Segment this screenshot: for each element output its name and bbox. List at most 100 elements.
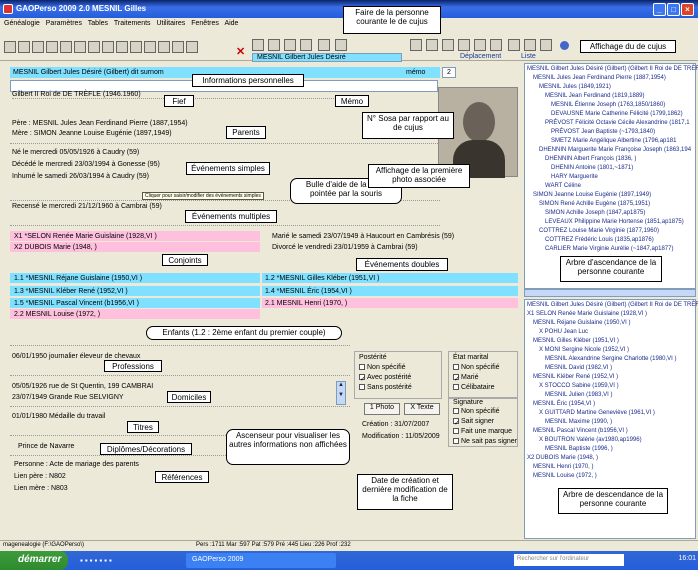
descendance-node[interactable]: MESNIL Gilles Kléber (1951,VI ) (533, 338, 619, 344)
scroll-up-icon[interactable]: ▲ (337, 382, 345, 388)
reference-personne[interactable]: Personne : Acte de mariage des parents (14, 461, 139, 468)
minimize-button[interactable]: _ (653, 3, 666, 16)
tool-icon-5[interactable] (60, 41, 72, 53)
tool-icon-s1[interactable] (252, 39, 264, 51)
tool-icon-9[interactable] (116, 41, 128, 53)
etat-none[interactable]: Non spécifié (453, 364, 500, 371)
descendance-node[interactable]: X POHU Jean Luc (539, 329, 588, 335)
ascendance-node[interactable]: PRÉVOST Félicité Octavie Cécile Alexandr… (545, 120, 690, 126)
divorce-event[interactable]: Divorcé le vendredi 23/01/1959 à Cambrai… (272, 244, 418, 251)
texte-button[interactable]: X Texte (404, 403, 440, 415)
child-1-3[interactable]: 1.3 *MESNIL Kléber René (1952,VI ) (14, 288, 128, 295)
ascendance-node[interactable]: SIMON René Achille Eugène (1875,1951) (539, 201, 650, 207)
descendance-node[interactable]: MESNIL David (1982,VI ) (545, 365, 612, 371)
signature-marque[interactable]: Fait une marque (453, 428, 512, 435)
descendance-node[interactable]: MESNIL Henri (1970, ) (533, 464, 593, 470)
tool-icon-2[interactable] (18, 41, 30, 53)
tool-icon-4[interactable] (46, 41, 58, 53)
search-input[interactable]: Rechercher sur l'ordinateur (514, 554, 624, 566)
ascendance-node[interactable]: MESNIL Jean Ferdinand (1819,1889) (545, 93, 645, 99)
tool-icon-11[interactable] (144, 41, 156, 53)
tool-icon-10[interactable] (130, 41, 142, 53)
spouse-2[interactable]: X2 DUBOIS Marie (1948, ) (14, 244, 97, 251)
descendance-node[interactable]: MESNIL Réjane Guislaine (1950,VI ) (533, 320, 631, 326)
ascendance-hscroll[interactable] (524, 289, 696, 297)
ascendance-node[interactable]: MESNIL Jules Jean Ferdinand Pierre (1887… (533, 75, 666, 81)
tool-icon-14[interactable] (186, 41, 198, 53)
tool-icon-s4[interactable] (300, 39, 312, 51)
reference-mere[interactable]: Lien mère : N803 (14, 485, 68, 492)
tool-icon-12[interactable] (158, 41, 170, 53)
close-button[interactable]: × (681, 3, 694, 16)
de-cujus-icon[interactable] (560, 41, 569, 50)
menu-genealogie[interactable]: Généalogie (4, 20, 40, 27)
descendance-node[interactable]: MESNIL Julien (1983,VI ) (545, 392, 612, 398)
event-death[interactable]: Décédé le mercredi 23/03/1994 à Gonesse … (12, 161, 160, 168)
scroll-down-icon[interactable]: ▼ (337, 392, 345, 398)
descendance-node[interactable]: MESNIL Maxime (1990, ) (545, 419, 612, 425)
mother-link[interactable]: Mère : SIMON Jeanne Louise Eugénie (1897… (12, 130, 172, 137)
nav-icon-8[interactable] (524, 39, 536, 51)
tool-icon-8[interactable] (102, 41, 114, 53)
decoration[interactable]: Prince de Navarre (18, 443, 74, 450)
ascendance-node[interactable]: PRÉVOST Jean Baptiste (~1793,1840) (551, 129, 655, 135)
nav-icon-6[interactable] (490, 39, 502, 51)
photo-button[interactable]: 1 Photo (364, 403, 400, 415)
ascendance-node[interactable]: COTTREZ Frédéric Louis (1835,ap1876) (545, 237, 654, 243)
posterite-sans[interactable]: Sans postérité (359, 384, 412, 391)
posterite-avec[interactable]: ✓Avec postérité (359, 374, 411, 383)
descendance-node[interactable]: X1 SELON Renée Marie Guislaine (1928,VI … (527, 311, 647, 317)
marriage-event[interactable]: Marié le samedi 23/07/1949 à Haucourt en… (272, 233, 454, 240)
domicile-scrollbar[interactable]: ▲ ▼ (336, 381, 346, 405)
spouse-1[interactable]: X1 *SELON Renée Marie Guislaine (1928,VI… (14, 233, 157, 240)
descendance-node[interactable]: MESNIL Baptiste (1996, ) (545, 446, 613, 452)
event-birth[interactable]: Né le mercredi 05/05/1926 à Caudry (59) (12, 149, 139, 156)
descendance-node[interactable]: X GUITTARD Martine Geneviève (1961,VI ) (539, 410, 655, 416)
etat-marie[interactable]: ✓Marié (453, 374, 479, 383)
nav-icon-7[interactable] (508, 39, 520, 51)
memo-label[interactable]: mémo (406, 69, 425, 76)
menu-fenetres[interactable]: Fenêtres (191, 20, 219, 27)
nav-back-icon[interactable] (410, 39, 422, 51)
ascendance-node[interactable]: SMETZ Marie Angélique Albertine (1796,ap… (551, 138, 676, 144)
ascendance-node[interactable]: DHENNIN Albert François (1836, ) (545, 156, 636, 162)
descendance-node[interactable]: X MONI Sergine Nicole (1952,VI ) (539, 347, 629, 353)
child-1-2[interactable]: 1.2 *MESNIL Gilles Kléber (1951,VI ) (265, 275, 380, 282)
ascendance-node[interactable]: MESNIL Jules (1849,1921) (539, 84, 611, 90)
descendance-node[interactable]: X STOCCO Sabine (1959,VI ) (539, 383, 619, 389)
profession[interactable]: 06/01/1950 journalier éleveur de chevaux (12, 353, 140, 360)
ascendance-node[interactable]: WART Céline (545, 183, 581, 189)
tool-icon-1[interactable] (4, 41, 16, 53)
event-burial[interactable]: Inhumé le samedi 26/03/1994 à Caudry (59… (12, 173, 149, 180)
signature-none[interactable]: Non spécifié (453, 408, 500, 415)
menu-parametres[interactable]: Paramètres (46, 20, 82, 27)
domicile-1[interactable]: 05/05/1926 rue de St Quentin, 199 CAMBRA… (12, 383, 153, 390)
signature-nesait[interactable]: Ne sait pas signer (453, 438, 517, 445)
start-button[interactable]: démarrer (0, 551, 68, 570)
child-2-2[interactable]: 2.2 MESNIL Louise (1972, ) (14, 311, 100, 318)
tool-icon-s5[interactable] (318, 39, 330, 51)
child-1-5[interactable]: 1.5 *MESNIL Pascal Vincent (b1956,VI ) (14, 300, 139, 307)
descendance-node[interactable]: MESNIL Gilbert Jules Désiré (Gilbert) (G… (527, 302, 698, 308)
menu-utilitaires[interactable]: Utilitaires (157, 20, 186, 27)
etat-celibataire[interactable]: Célibataire (453, 384, 494, 391)
ascendance-node[interactable]: SIMON Achille Joseph (1847,ap1875) (545, 210, 645, 216)
descendance-node[interactable]: MESNIL Louise (1972, ) (533, 473, 597, 479)
ascendance-node[interactable]: DHENNIN Marguerite Marie Françoise Josep… (539, 147, 691, 153)
tool-icon-3[interactable] (32, 41, 44, 53)
menu-aide[interactable]: Aide (224, 20, 238, 27)
nav-icon-4[interactable] (458, 39, 470, 51)
delete-icon[interactable]: ✕ (236, 47, 247, 59)
descendance-node[interactable]: MESNIL Alexandrine Sergine Charlotte (19… (545, 356, 677, 362)
ascendance-node[interactable]: MESNIL Gilbert Jules Désiré (Gilbert) (G… (527, 66, 698, 72)
quicklaunch-icons[interactable]: ▪▪▪▪▪▪▪ (80, 556, 140, 566)
nav-forward-icon[interactable] (540, 39, 552, 51)
descendance-node[interactable]: X2 DUBOIS Marie (1948, ) (527, 455, 598, 461)
maximize-button[interactable]: □ (667, 3, 680, 16)
tool-icon-s3[interactable] (284, 39, 296, 51)
multi-event[interactable]: Recensé le mercredi 21/12/1960 à Cambrai… (12, 203, 162, 210)
ascendance-node[interactable]: HARY Marguerite (551, 174, 598, 180)
tool-icon-7[interactable] (88, 41, 100, 53)
descendance-node[interactable]: X BOUTRON Valérie (av1980,ap1996) (539, 437, 642, 443)
ascendance-node[interactable]: LEVEAUX Philippine Marie Hortense (1851,… (545, 219, 684, 225)
